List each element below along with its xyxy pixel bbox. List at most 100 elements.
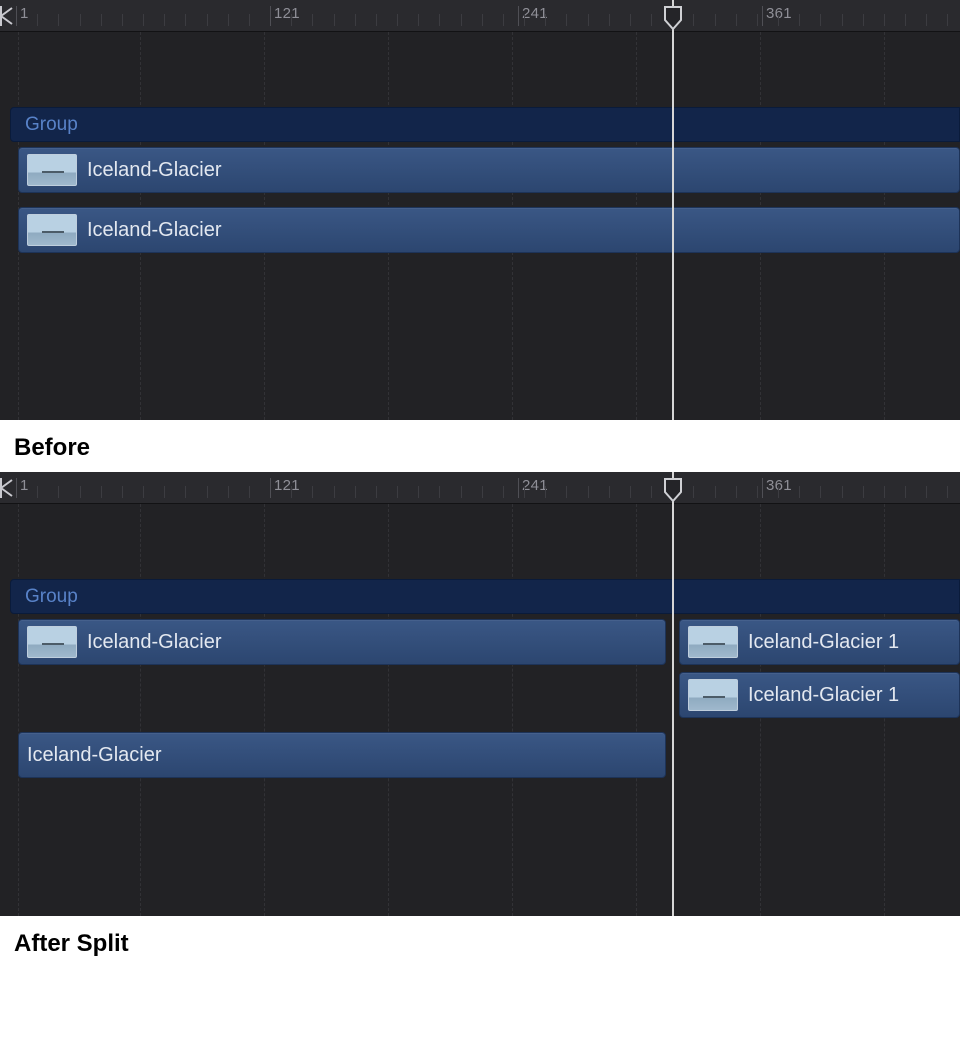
timeline-panel-after: 1121241361 Group Iceland-GlacierIceland-…: [0, 472, 960, 916]
timeline-clip[interactable]: Iceland-Glacier 1: [679, 672, 960, 718]
ruler-ticks: 1121241361: [0, 0, 960, 31]
timeline-guide: [388, 504, 389, 916]
group-header[interactable]: Group: [10, 107, 960, 142]
ruler-tick-label: 241: [522, 5, 548, 22]
clip-thumbnail-icon: [27, 626, 77, 658]
ruler-minor-tick: [715, 486, 716, 498]
playhead-icon[interactable]: [663, 478, 683, 502]
ruler-minor-tick: [715, 14, 716, 26]
ruler-minor-tick: [228, 14, 229, 26]
frame-start-marker-icon[interactable]: [0, 476, 14, 500]
ruler-minor-tick: [80, 486, 81, 498]
ruler-minor-tick: [376, 486, 377, 498]
ruler-minor-tick: [376, 14, 377, 26]
clip-label: Iceland-Glacier 1: [748, 684, 899, 707]
tracks-area[interactable]: Group Iceland-Glacier Iceland-Glacier 1 Ic…: [0, 504, 960, 916]
ruler-minor-tick: [799, 14, 800, 26]
ruler-minor-tick: [58, 486, 59, 498]
ruler-minor-tick: [863, 14, 864, 26]
ruler-major-tick: [270, 478, 271, 498]
ruler-minor-tick: [651, 486, 652, 498]
ruler-minor-tick: [122, 14, 123, 26]
timeline-clip[interactable]: Iceland-Glacier: [18, 207, 960, 253]
timeline-ruler[interactable]: 1121241361: [0, 0, 960, 32]
clip-label: Iceland-Glacier 1: [748, 631, 899, 654]
timeline-clip[interactable]: Iceland-Glacier: [18, 147, 960, 193]
ruler-minor-tick: [397, 14, 398, 26]
ruler-minor-tick: [926, 486, 927, 498]
playhead-line: [672, 472, 674, 916]
ruler-minor-tick: [947, 486, 948, 498]
ruler-minor-tick: [842, 486, 843, 498]
ruler-minor-tick: [842, 14, 843, 26]
timeline-clip[interactable]: Iceland-Glacier: [18, 732, 666, 778]
ruler-minor-tick: [778, 486, 779, 498]
ruler-minor-tick: [736, 486, 737, 498]
group-label: Group: [25, 114, 78, 136]
ruler-minor-tick: [291, 14, 292, 26]
ruler-minor-tick: [207, 486, 208, 498]
ruler-minor-tick: [757, 14, 758, 26]
ruler-minor-tick: [482, 486, 483, 498]
clip-thumbnail-icon: [27, 154, 77, 186]
timeline-guide: [18, 504, 19, 916]
ruler-minor-tick: [609, 486, 610, 498]
caption-before: Before: [0, 420, 960, 472]
ruler-minor-tick: [334, 486, 335, 498]
timeline-guide: [636, 504, 637, 916]
timeline-guide: [140, 504, 141, 916]
ruler-minor-tick: [884, 14, 885, 26]
ruler-minor-tick: [884, 486, 885, 498]
ruler-minor-tick: [820, 486, 821, 498]
clip-thumbnail-icon: [688, 626, 738, 658]
timeline-clip[interactable]: Iceland-Glacier 1: [679, 619, 960, 665]
ruler-minor-tick: [545, 14, 546, 26]
ruler-minor-tick: [820, 14, 821, 26]
ruler-minor-tick: [799, 486, 800, 498]
ruler-minor-tick: [778, 14, 779, 26]
ruler-minor-tick: [291, 486, 292, 498]
ruler-minor-tick: [439, 486, 440, 498]
ruler-minor-tick: [482, 14, 483, 26]
ruler-minor-tick: [249, 14, 250, 26]
ruler-major-tick: [16, 478, 17, 498]
group-label: Group: [25, 586, 78, 608]
ruler-minor-tick: [101, 14, 102, 26]
ruler-minor-tick: [122, 486, 123, 498]
ruler-minor-tick: [207, 14, 208, 26]
ruler-major-tick: [762, 6, 763, 26]
ruler-minor-tick: [58, 14, 59, 26]
clip-label: Iceland-Glacier: [87, 631, 222, 654]
timeline-guide: [512, 504, 513, 916]
ruler-major-tick: [518, 478, 519, 498]
ruler-minor-tick: [503, 486, 504, 498]
ruler-minor-tick: [905, 14, 906, 26]
ruler-tick-label: 1: [20, 477, 29, 494]
ruler-minor-tick: [524, 486, 525, 498]
ruler-minor-tick: [397, 486, 398, 498]
ruler-minor-tick: [609, 14, 610, 26]
tracks-area[interactable]: Group Iceland-Glacier Iceland-Glacier: [0, 32, 960, 420]
ruler-tick-label: 241: [522, 477, 548, 494]
ruler-minor-tick: [37, 14, 38, 26]
clip-label: Iceland-Glacier: [87, 159, 222, 182]
playhead-icon[interactable]: [663, 6, 683, 30]
ruler-minor-tick: [418, 486, 419, 498]
ruler-minor-tick: [588, 14, 589, 26]
ruler-minor-tick: [461, 486, 462, 498]
ruler-minor-tick: [693, 486, 694, 498]
ruler-minor-tick: [566, 14, 567, 26]
ruler-tick-label: 1: [20, 5, 29, 22]
ruler-minor-tick: [588, 486, 589, 498]
ruler-minor-tick: [926, 14, 927, 26]
ruler-minor-tick: [185, 14, 186, 26]
ruler-minor-tick: [630, 14, 631, 26]
ruler-minor-tick: [757, 486, 758, 498]
frame-start-marker-icon[interactable]: [0, 4, 14, 28]
ruler-minor-tick: [693, 14, 694, 26]
ruler-minor-tick: [37, 486, 38, 498]
timeline-clip[interactable]: Iceland-Glacier: [18, 619, 666, 665]
ruler-ticks: 1121241361: [0, 472, 960, 503]
group-header[interactable]: Group: [10, 579, 960, 614]
timeline-ruler[interactable]: 1121241361: [0, 472, 960, 504]
